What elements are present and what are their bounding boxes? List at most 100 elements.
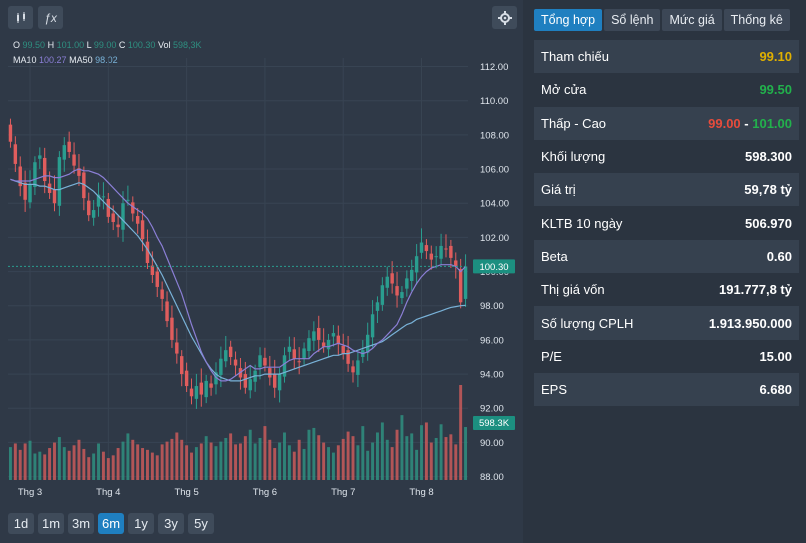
volume-bar: [444, 437, 448, 480]
candle-body: [38, 155, 42, 159]
volume-bar: [72, 445, 76, 480]
candle-body: [243, 374, 248, 388]
candle-body: [458, 269, 463, 303]
candle-body: [135, 216, 140, 224]
y-tick-label: 92.00: [480, 404, 504, 415]
y-tick-label: 110.00: [480, 96, 508, 107]
candle-body: [175, 342, 179, 354]
volume-bar: [238, 443, 242, 480]
volume-bar: [160, 444, 164, 480]
volume-bar: [82, 448, 86, 480]
range-3m[interactable]: 3m: [68, 513, 94, 534]
candle-body: [57, 157, 62, 206]
stats-row: Khối lượng 598.300: [534, 139, 799, 174]
candle-body: [155, 271, 159, 287]
range-3y[interactable]: 3y: [158, 513, 184, 534]
volume-bar: [13, 443, 17, 480]
stats-label: Số lượng CPLH: [541, 315, 634, 331]
y-tick-label: 98.00: [480, 301, 504, 312]
volume-bar: [67, 450, 71, 480]
stats-row: Mở cửa 99.50: [534, 73, 799, 107]
volume-bar: [204, 436, 208, 480]
tab-1[interactable]: Sổ lệnh: [604, 9, 661, 31]
volume-bar: [136, 444, 140, 480]
volume-bar: [454, 444, 458, 480]
y-tick-label: 104.00: [480, 199, 509, 210]
price-chart[interactable]: 112.00 110.00 108.00 106.00 104.00 102.00 100.…: [0, 0, 523, 505]
volume-bar: [420, 425, 423, 480]
candle-body: [277, 374, 282, 391]
volume-bar: [111, 455, 115, 480]
candle-body: [160, 289, 164, 299]
volume-bar: [253, 443, 257, 480]
candle-body: [184, 370, 189, 387]
candle-body: [297, 361, 301, 363]
tab-3[interactable]: Thống kê: [723, 9, 790, 31]
stats-row: Beta 0.60: [534, 239, 799, 274]
stats-label: EPS: [541, 382, 568, 398]
volume-bar: [464, 427, 468, 480]
chart-panel: ƒx O 99.50 H 101.00 L 99.00 C 100.30 Vol…: [0, 0, 523, 543]
stats-label: Thị giá vốn: [541, 282, 605, 298]
tab-2[interactable]: Mức giá: [662, 9, 722, 31]
stats-label: Khối lượng: [541, 149, 606, 165]
volume-bar: [346, 431, 350, 480]
candle-body: [331, 333, 336, 337]
candle-body: [52, 189, 57, 204]
y-tick-label: 112.00: [480, 62, 508, 73]
candle-body: [268, 368, 272, 378]
volume-bar: [18, 449, 22, 480]
candle-body: [180, 356, 184, 375]
volume-bar: [459, 385, 463, 480]
stats-row: Giá trị 59,78 tỷ: [534, 173, 799, 207]
stats-row: Số lượng CPLH 1.913.950.000: [534, 306, 799, 340]
range-6m[interactable]: 6m: [98, 513, 124, 534]
volume-bar: [405, 436, 409, 480]
last-volume-label: 598.3K: [479, 418, 510, 429]
range-1m[interactable]: 1m: [38, 513, 64, 534]
y-tick-label: 94.00: [480, 370, 504, 381]
candle-body: [199, 382, 204, 395]
candle-body: [351, 366, 355, 373]
range-5y[interactable]: 5y: [188, 513, 214, 534]
candle-body: [287, 346, 292, 352]
volume-bar: [390, 447, 394, 480]
volume-bar: [439, 424, 443, 480]
volume-bar: [434, 437, 438, 480]
range-1y[interactable]: 1y: [128, 513, 154, 534]
candle-body: [13, 144, 18, 164]
volume-bar: [410, 433, 414, 480]
tab-0[interactable]: Tổng hợp: [534, 9, 603, 31]
candle-body: [307, 338, 311, 352]
stats-row: Tham chiếu 99.10: [534, 40, 799, 74]
range-1d[interactable]: 1d: [8, 513, 34, 534]
candle-body: [439, 245, 443, 259]
x-tick-label: Thg 8: [409, 487, 433, 498]
volume-bar: [317, 435, 321, 480]
candle-body: [356, 360, 360, 375]
volume-bar: [327, 447, 330, 480]
volume-bar: [449, 434, 453, 480]
stats-row: Thấp - Cao 99.00 - 101.00: [534, 106, 799, 140]
stats-value: 15.00: [759, 348, 792, 364]
stats-label: P/E: [541, 348, 562, 364]
candle-body: [302, 348, 306, 359]
info-panel: Tổng hợp Sổ lệnh Mức giá Thống kê Tham chiế…: [527, 0, 806, 543]
x-tick-label: Thg 6: [253, 487, 277, 498]
candle-body: [233, 359, 238, 366]
volume-bar: [258, 437, 262, 480]
y-tick-label: 108.00: [480, 130, 509, 141]
volume-bar: [234, 444, 238, 480]
candle-body: [385, 276, 389, 288]
volume-bar: [97, 443, 100, 480]
candle-body: [170, 317, 174, 340]
volume-bar: [131, 439, 135, 480]
candle-body: [204, 380, 208, 398]
volume-bar: [331, 452, 335, 480]
candle-body: [67, 141, 71, 152]
volume-bar: [77, 439, 81, 480]
candle-body: [263, 357, 267, 366]
candle-body: [390, 273, 394, 284]
candle-body: [228, 346, 233, 357]
volume-bar: [429, 442, 433, 480]
